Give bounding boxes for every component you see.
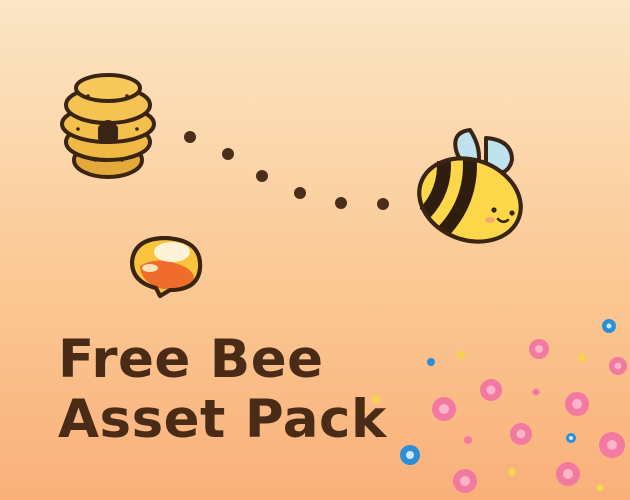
title-line-1: Free Bee <box>58 329 324 390</box>
page-title: Free Bee Asset Pack <box>58 330 387 450</box>
flower-patch <box>361 319 627 493</box>
honey-drop-icon <box>130 236 203 298</box>
cover-art: Free Bee Asset Pack <box>0 0 630 500</box>
flight-path-dots <box>184 131 389 210</box>
beehive-icon <box>60 73 156 179</box>
bee-icon <box>417 128 523 244</box>
title-line-2: Asset Pack <box>58 389 387 450</box>
